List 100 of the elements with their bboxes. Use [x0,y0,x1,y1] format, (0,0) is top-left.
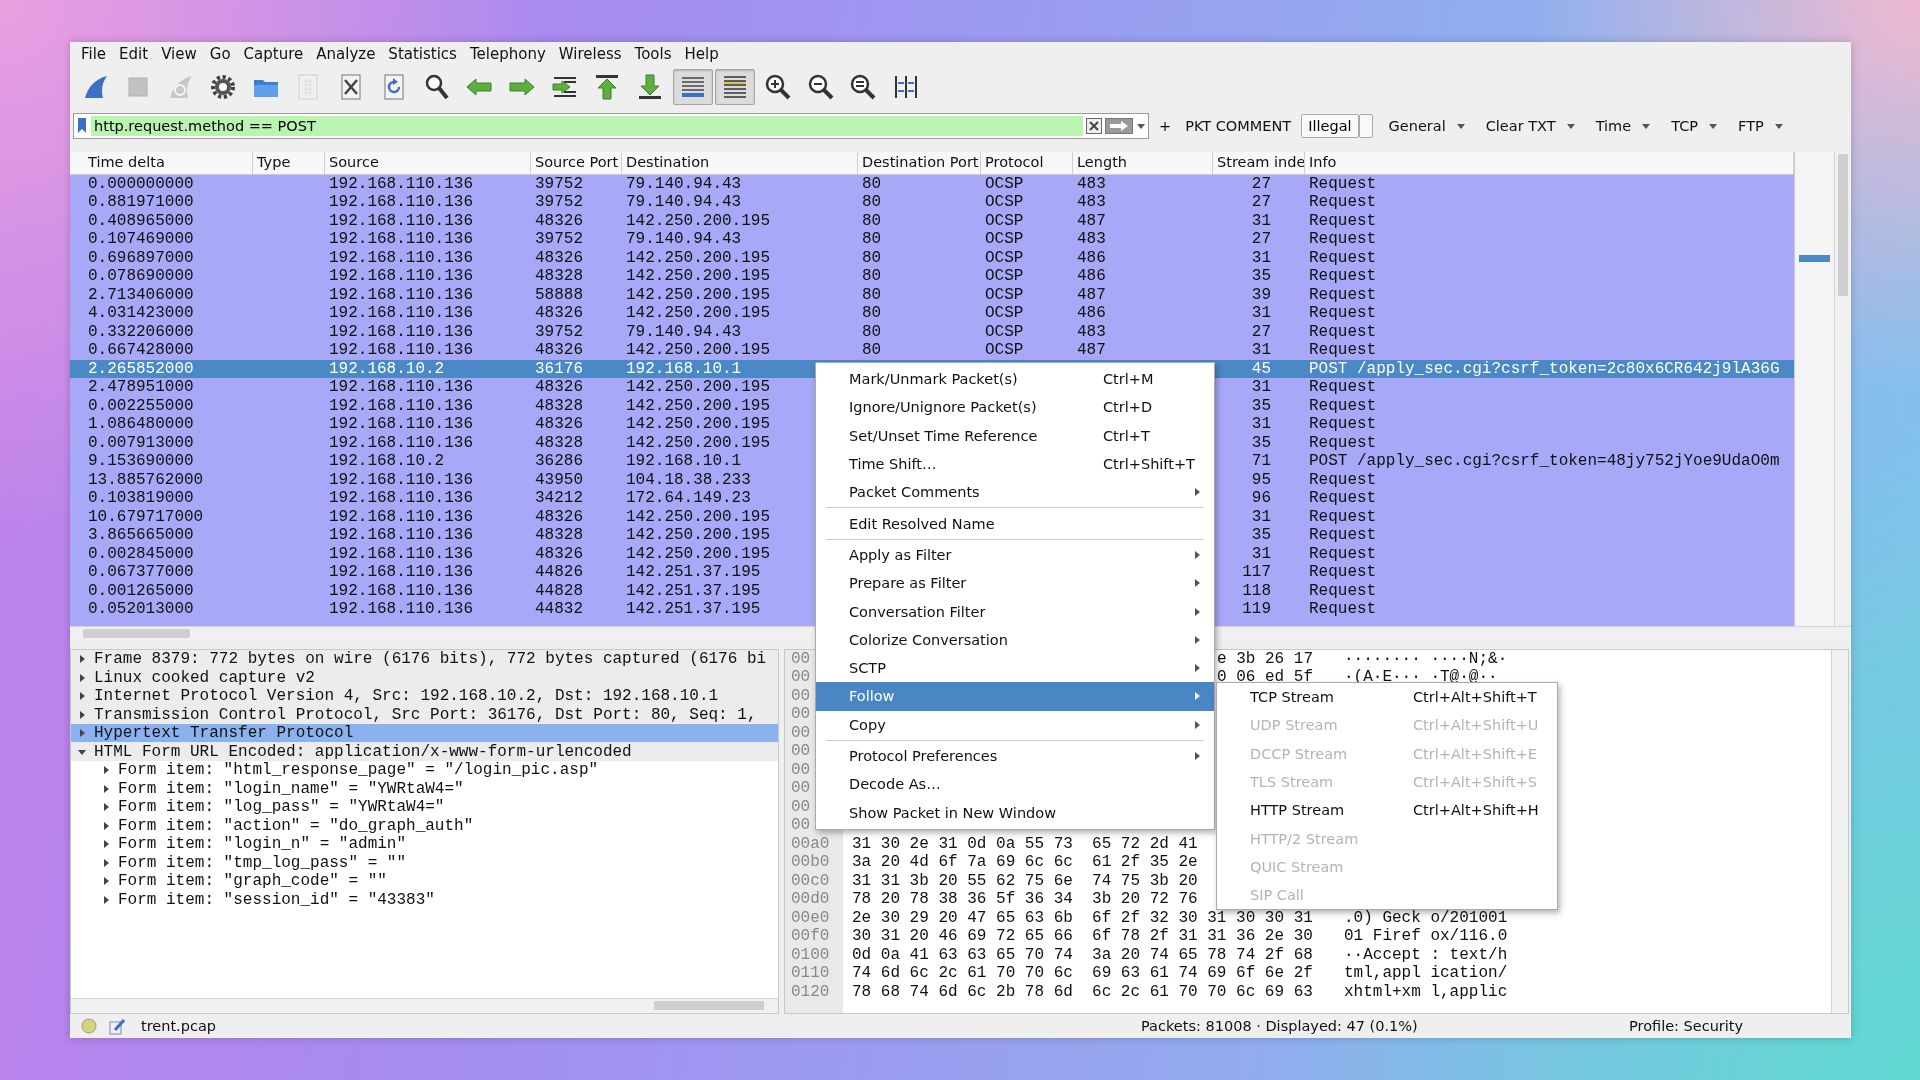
table-cell-text: 58888 [534,285,584,305]
menu-item[interactable]: Edit Resolved Name [816,509,1214,538]
filter-button[interactable]: Clear TXT [1481,115,1580,136]
table-cell-text: Request [1308,341,1378,360]
tree-item[interactable]: Form item: "tmp_log_pass" = "" [71,853,778,872]
hex-bytes: 3a 20 4d 6f 7a 69 6c 6c 61 2f 35 2e [852,853,1198,872]
table-cell-text: 0.696897000 [87,248,195,268]
table-cell-text: 80 [861,230,883,249]
menu-item[interactable]: Go [202,44,237,63]
table-cell-text: 0.002845000 [87,544,195,564]
column-header[interactable]: Source [325,151,531,174]
column-header[interactable]: Source Port [531,151,622,174]
table-cell-text: 80 [861,267,883,286]
menu-item[interactable]: Set/Unset Time Reference Ctrl+T [816,421,1214,450]
scrollbar[interactable] [1831,649,1848,1014]
filter-field[interactable]: http.request.method == POST [73,112,1149,139]
table-cell-text: 192.168.110.136 [328,304,475,323]
hex-offset: 00e0 [790,908,831,928]
column-header[interactable]: Protocol [981,151,1073,174]
tree-item[interactable]: Form item: "html_response_page" = "/login_pic.asp" [71,760,778,780]
filter-button[interactable]: PKT COMMENT [1181,115,1296,136]
tree-item[interactable]: Form item: "action" = "do_graph_auth" [71,816,778,835]
menu-item[interactable]: File [74,44,113,63]
menu-item[interactable]: Wireless [551,44,628,63]
apply-button[interactable] [1105,117,1133,134]
shortcut-label: Ctrl+Alt+Shift+U [1413,717,1540,734]
table-cell-text: 192.168.110.136 [328,581,475,601]
table-cell-text: Request [1308,544,1378,564]
table-cell-text: 192.168.110.136 [328,322,475,342]
profile-label[interactable]: Profile: Security [1629,1018,1744,1034]
table-cell-text: 192.168.110.136 [328,174,475,194]
scrollbar[interactable] [71,998,778,1014]
tree-item[interactable]: Linux cooked capture v2 [71,668,778,687]
menu-item[interactable]: View [154,44,203,63]
column-header[interactable]: Destination Port [858,151,981,174]
scrollbar[interactable] [1834,151,1851,626]
table-cell-text: OCSP [984,174,1025,194]
tree-item[interactable]: Form item: "session_id" = "43383" [71,890,778,909]
table-cell-text: 80 [861,211,883,231]
history-button[interactable] [1136,121,1146,130]
column-header[interactable]: Time delta [70,151,253,174]
menu-item[interactable]: Telephony [462,44,552,63]
table-cell-text: 0.103819000 [87,489,195,508]
table-cell-text: 192.168.110.136 [328,507,475,527]
clear-button[interactable] [1086,117,1102,134]
menu-item[interactable]: SCTP [816,653,1214,683]
menu-item[interactable]: Time Shift… Ctrl+Shift+T [816,449,1214,479]
tree-item[interactable]: Frame 8379: 772 bytes on wire (6176 bits), 772 bytes captured (6176 bi [71,649,778,669]
table-cell-text: 487 [1076,211,1107,231]
table-cell-text: 192.168.110.136 [328,415,475,434]
menu-item[interactable]: Mark/Unmark Packet(s) Ctrl+M [816,365,1214,394]
tree-item[interactable]: Form item: "log_pass" = "YWRtaW4=" [71,797,778,817]
bookmark-icon [76,117,88,135]
menu-item[interactable]: Follow [816,682,1214,711]
hex-offset: 00 [790,779,812,798]
table-cell-text: 27 [1250,174,1272,194]
hex-offset: 00 [790,742,812,761]
filter-button[interactable]: TCP [1667,115,1723,136]
menu-item[interactable]: Copy [816,710,1214,739]
filter-button[interactable]: General [1384,115,1470,136]
menu-item[interactable]: Capture [236,44,310,63]
menu-item[interactable]: Ignore/Unignore Packet(s) Ctrl+D [816,393,1214,422]
tree-item[interactable]: Form item: "login_n" = "admin" [71,834,778,854]
table-cell-text: 1.086480000 [87,415,195,434]
table-cell-text: 80 [861,304,883,323]
tree-item[interactable]: Form item: "graph_code" = "" [71,871,778,891]
table-cell-text: 44832 [534,600,584,619]
menu-item[interactable]: Help [677,44,725,63]
menu-item[interactable]: Colorize Conversation [816,625,1214,654]
filter-button[interactable]: FTP [1734,115,1788,136]
column-header[interactable]: Length [1073,151,1213,174]
menu-item[interactable]: Statistics [381,44,463,63]
hex-ascii: xhtml+xm l,applic [1343,982,1509,1002]
menu-item[interactable]: Protocol Preferences [816,741,1214,771]
menu-item[interactable]: Packet Comments [816,478,1214,507]
column-header[interactable]: Stream inde [1213,151,1305,174]
table-cell-text: 0.002255000 [87,396,195,416]
menu-item[interactable]: HTTP Stream Ctrl+Alt+Shift+H [1217,796,1557,825]
toolbar-button[interactable] [715,68,756,105]
table-cell-text: 39752 [534,322,584,342]
table-cell-text: 486 [1076,248,1107,268]
table-cell-text: Request [1308,433,1378,453]
menu-item[interactable]: Analyze [309,44,382,63]
menu-item[interactable]: Decode As… [816,770,1214,799]
table-cell-text: 79.140.94.43 [625,322,743,342]
tree-item[interactable]: HTML Form URL Encoded: application/x-www-form-urlencoded [71,742,778,761]
tree-item[interactable]: Form item: "login_name" = "YWRtaW4=" [71,779,778,798]
menu-item[interactable]: Show Packet in New Window [816,798,1214,827]
caret-icon [1708,121,1719,130]
filter-button[interactable]: Illegal [1301,113,1359,138]
filter-button[interactable]: + [1155,115,1176,136]
hex-offset: 00 [790,723,812,743]
tree-item[interactable]: Transmission Control Protocol, Src Port: 36176, Dst Port: 80, Seq: 1, [71,705,778,724]
table-cell-text: OCSP [984,211,1025,231]
menu-item[interactable]: Edit [112,44,155,63]
column-header[interactable]: Destination [622,151,858,174]
column-header[interactable]: Type [253,151,325,174]
menu-item[interactable]: Prepare as Filter [816,569,1214,598]
filter-button[interactable]: Time [1591,115,1656,136]
menu-item[interactable]: Tools [627,44,678,63]
